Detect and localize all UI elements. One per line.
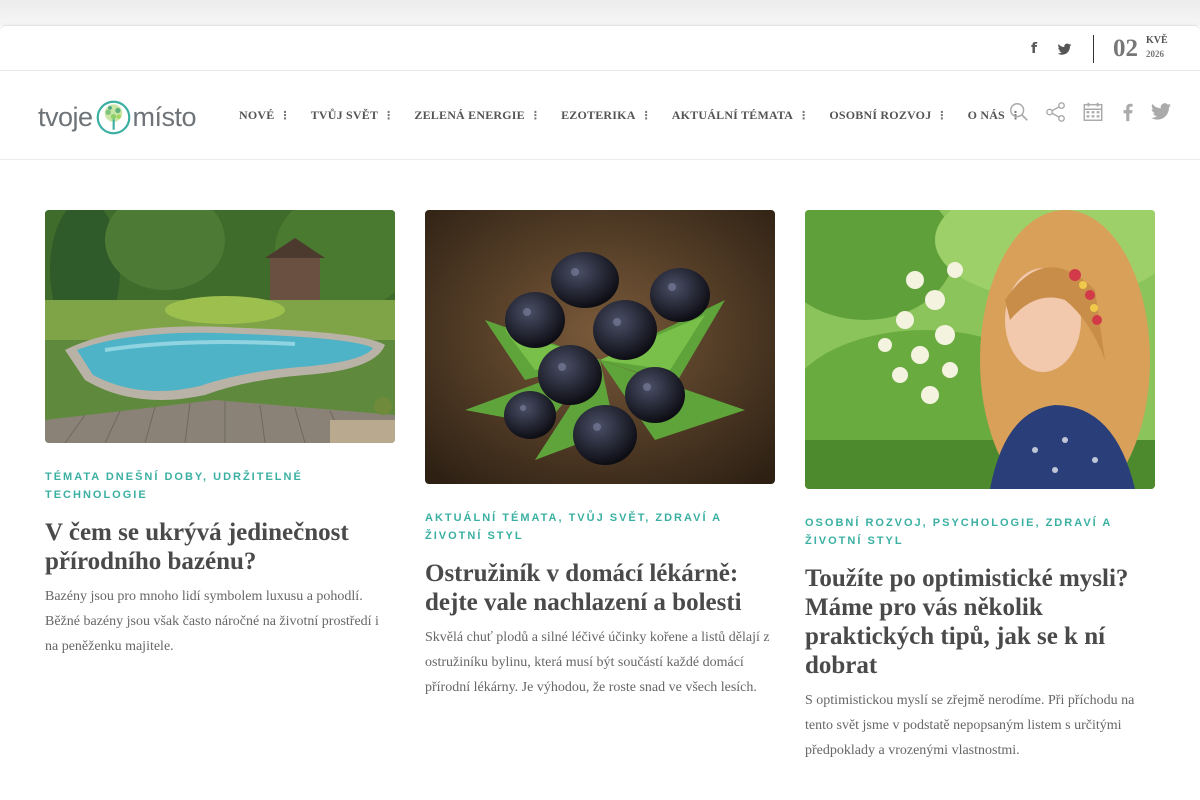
more-dots-icon: ⋮ xyxy=(279,108,291,122)
article-excerpt: Bazény jsou pro mnoho lidí symbolem luxu… xyxy=(45,589,379,654)
nav-item-nove[interactable]: NOVÉ ⋮ xyxy=(239,108,291,123)
tree-logo-icon xyxy=(96,100,130,134)
article-card: OSOBNÍ ROZVOJ, PSYCHOLOGIE, ZDRAVÍ A ŽIV… xyxy=(805,210,1155,763)
browser-top-strip xyxy=(0,0,1200,26)
nav-label: TVŮJ SVĚT xyxy=(310,107,379,122)
article-excerpt: Skvělá chuť plodů a silné léčivé účinky … xyxy=(425,630,770,695)
article-image-blackberries[interactable] xyxy=(425,210,775,484)
article-card: TÉMATA DNEŠNÍ DOBY, UDRŽITELNÉ TECHNOLOG… xyxy=(45,210,395,659)
article-categories[interactable]: OSOBNÍ ROZVOJ, PSYCHOLOGIE, ZDRAVÍ A ŽIV… xyxy=(805,514,1155,550)
article-categories[interactable]: AKTUÁLNÍ TÉMATA, TVŮJ SVĚT, ZDRAVÍ A ŽIV… xyxy=(425,509,775,545)
more-dots-icon: ⋮ xyxy=(383,108,395,122)
article-image-pool[interactable] xyxy=(45,210,395,443)
article-card: AKTUÁLNÍ TÉMATA, TVŮJ SVĚT, ZDRAVÍ A ŽIV… xyxy=(425,210,775,700)
article-title[interactable]: Ostružiník v domácí lékárně: dejte vale … xyxy=(425,559,775,617)
date-month: KVĚ xyxy=(1146,35,1168,46)
more-dots-icon: ⋮ xyxy=(640,108,652,122)
article-categories[interactable]: TÉMATA DNEŠNÍ DOBY, UDRŽITELNÉ TECHNOLOG… xyxy=(45,468,395,504)
share-icon[interactable] xyxy=(1045,100,1067,124)
calendar-icon[interactable] xyxy=(1082,100,1104,124)
more-dots-icon: ⋮ xyxy=(798,108,810,122)
twitter-icon[interactable] xyxy=(1056,40,1072,58)
logo-word-2: místo xyxy=(132,101,197,132)
article-excerpt: S optimistickou myslí se zřejmě nerodíme… xyxy=(805,693,1135,758)
nav-label: O NÁS xyxy=(967,107,1005,122)
facebook-icon[interactable]: f xyxy=(1026,40,1042,58)
article-title[interactable]: V čem se ukrývá jedinečnost přírodního b… xyxy=(45,518,395,576)
article-image-woman[interactable] xyxy=(805,210,1155,489)
topbar-divider xyxy=(1093,35,1094,63)
facebook-icon[interactable] xyxy=(1117,100,1139,124)
nav-label: ZELENÁ ENERGIE xyxy=(414,107,525,122)
article-title[interactable]: Toužíte po optimistické mysli? Máme pro … xyxy=(805,564,1155,680)
nav-label: NOVÉ xyxy=(239,107,275,122)
twitter-icon[interactable] xyxy=(1150,100,1172,124)
top-bar: f 02 KVĚ 2026 xyxy=(0,25,1200,71)
nav-item-zelena-energie[interactable]: ZELENÁ ENERGIE ⋮ xyxy=(414,108,541,123)
nav-item-ezoterika[interactable]: EZOTERIKA ⋮ xyxy=(561,108,652,123)
nav-item-tvuj-svet[interactable]: TVŮJ SVĚT ⋮ xyxy=(311,108,395,123)
logo-word-1: tvoje xyxy=(38,101,93,132)
main-nav: NOVÉ ⋮ TVŮJ SVĚT ⋮ ZELENÁ ENERGIE ⋮ EZOTERI… xyxy=(239,106,1041,124)
nav-item-osobni-rozvoj[interactable]: OSOBNÍ ROZVOJ ⋮ xyxy=(829,108,947,123)
date-year: 2026 xyxy=(1146,49,1164,59)
date-day: 02 xyxy=(1113,35,1138,62)
nav-label: OSOBNÍ ROZVOJ xyxy=(829,107,932,122)
more-dots-icon: ⋮ xyxy=(529,108,542,122)
site-logo[interactable]: tvoje místo xyxy=(38,98,197,136)
more-dots-icon: ⋮ xyxy=(936,108,948,122)
nav-label: AKTUÁLNÍ TÉMATA xyxy=(671,107,794,122)
search-icon[interactable] xyxy=(1008,100,1030,124)
nav-item-aktualni-temata[interactable]: AKTUÁLNÍ TÉMATA ⋮ xyxy=(672,108,810,123)
nav-label: EZOTERIKA xyxy=(561,107,636,122)
